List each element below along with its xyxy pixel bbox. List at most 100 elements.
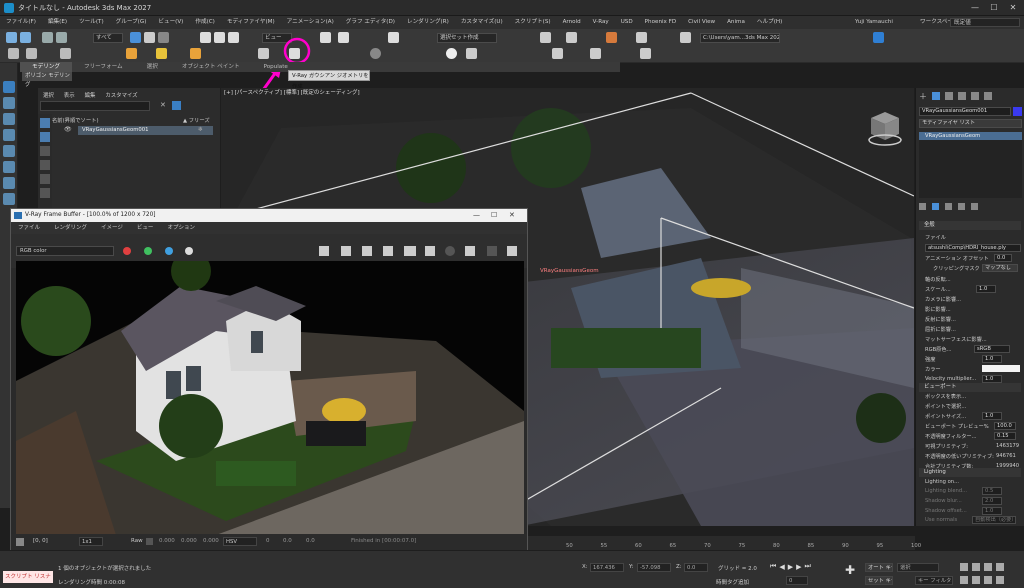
stop-render-icon[interactable]: [487, 246, 497, 256]
ribbon-tab[interactable]: モデリング: [20, 62, 72, 72]
pin-stack-icon[interactable]: [919, 202, 926, 210]
clear-image-icon[interactable]: [362, 246, 372, 256]
alpha-channel-icon[interactable]: [185, 247, 193, 255]
fov-icon[interactable]: [960, 576, 968, 584]
ribbon-tab[interactable]: 選択: [135, 62, 170, 72]
explorer-menu-item[interactable]: 編集: [80, 91, 101, 99]
clipping-mask-map-button[interactable]: マップなし: [982, 264, 1018, 272]
point-select-checkbox[interactable]: ポイントで選択...: [925, 403, 966, 410]
timeline[interactable]: 50 55 60 65 70 75 80 85 90 95 100: [528, 536, 921, 550]
vfb-menu-item[interactable]: レンダリング: [47, 222, 94, 234]
maxscript-listener[interactable]: スクリプト リスナ: [3, 571, 53, 583]
blue-channel-icon[interactable]: [165, 247, 173, 255]
color-mode-dropdown[interactable]: HSV: [223, 537, 257, 546]
flip-axis-checkbox[interactable]: 軸の反転...: [925, 276, 951, 283]
point-size-field[interactable]: 1.0: [982, 412, 1002, 420]
eye-icon[interactable]: 👁: [64, 126, 72, 133]
name-column-header[interactable]: 名前(昇順でソート): [52, 116, 99, 124]
freeze-icon[interactable]: ❄: [198, 126, 203, 133]
create-shape-icon[interactable]: [3, 81, 15, 93]
save-image-icon[interactable]: [341, 246, 351, 256]
reflect-effect-checkbox[interactable]: 反射に影響...: [925, 316, 956, 323]
add-time-tag[interactable]: 時間タグ追加: [716, 578, 749, 586]
red-channel-icon[interactable]: [123, 247, 131, 255]
vfb-settings-icon[interactable]: [16, 538, 24, 546]
show-box-checkbox[interactable]: ボックスを表示...: [925, 393, 966, 400]
track-mouse-icon[interactable]: [425, 246, 435, 256]
sphere-icon[interactable]: [3, 129, 15, 141]
key-filters-button[interactable]: キー フィルタ...: [915, 576, 953, 585]
display-none-icon[interactable]: [40, 118, 50, 128]
vfb-maximize-button[interactable]: ☐: [491, 209, 497, 222]
lens-effects-icon[interactable]: [319, 246, 329, 256]
zoom-icon[interactable]: [960, 563, 968, 571]
scale-field[interactable]: 1.0: [976, 285, 996, 293]
zoom-all-icon[interactable]: [972, 563, 980, 571]
orbit-icon[interactable]: [984, 576, 992, 584]
x-coordinate-field[interactable]: 167.436: [590, 563, 624, 572]
render-again-icon[interactable]: [465, 246, 475, 256]
object-color-swatch[interactable]: [1013, 107, 1022, 116]
filter-icon[interactable]: [172, 101, 181, 110]
use-normals-dropdown[interactable]: 自動検出（必要）: [972, 516, 1016, 524]
interactive-render-icon[interactable]: [445, 246, 455, 256]
general-section-header[interactable]: 全般: [919, 221, 1021, 230]
zoom-extents-icon[interactable]: [984, 563, 992, 571]
create-tab-icon[interactable]: ＋: [919, 91, 927, 102]
clipping-mask-checkbox[interactable]: クリッピングマスク: [933, 265, 980, 272]
display-all-icon[interactable]: [40, 132, 50, 142]
lighting-section-header[interactable]: Lighting: [919, 468, 1021, 477]
vfb-render-image[interactable]: [16, 261, 524, 535]
pan-icon[interactable]: [972, 576, 980, 584]
history-icon[interactable]: [404, 246, 416, 256]
vfb-menu-item[interactable]: オプション: [160, 222, 202, 234]
vfb-menu-item[interactable]: ファイル: [11, 222, 47, 234]
vfb-menu-item[interactable]: イメージ: [94, 222, 130, 234]
lighting-on-checkbox[interactable]: Lighting on...: [925, 479, 959, 485]
atom-icon[interactable]: [3, 177, 15, 189]
motion-tab-icon[interactable]: [958, 92, 966, 100]
display-tab-icon[interactable]: [971, 92, 979, 100]
go-to-end-icon[interactable]: ⏭: [804, 562, 810, 571]
current-frame-field[interactable]: 0: [786, 576, 808, 585]
remove-modifier-icon[interactable]: [958, 202, 965, 210]
key-selection-dropdown[interactable]: 選択: [897, 563, 939, 572]
plane-icon[interactable]: [3, 145, 15, 157]
green-channel-icon[interactable]: [144, 247, 152, 255]
explorer-item[interactable]: VRayGaussiansGeom001: [78, 126, 213, 135]
auto-key-button[interactable]: オート キー: [865, 563, 893, 572]
shadow-effect-checkbox[interactable]: 影に影響...: [925, 306, 951, 313]
next-frame-icon[interactable]: ▶: [796, 563, 801, 571]
explorer-menu-item[interactable]: 選択: [38, 91, 59, 99]
camera-effect-checkbox[interactable]: カメラに影響...: [925, 296, 961, 303]
explorer-menu-item[interactable]: 表示: [59, 91, 80, 99]
go-to-start-icon[interactable]: ⏮: [770, 562, 776, 571]
y-coordinate-field[interactable]: -57.098: [637, 563, 671, 572]
add-key-icon[interactable]: ✚: [845, 563, 855, 577]
intensity-field[interactable]: 1.0: [982, 355, 1002, 363]
freeze-column-header[interactable]: ▲ フリーズ: [183, 116, 210, 124]
hierarchy-tab-icon[interactable]: [945, 92, 953, 100]
channel-dropdown[interactable]: RGB color: [16, 246, 114, 256]
ribbon-tab[interactable]: オブジェクト ペイント: [170, 62, 252, 72]
modifier-list-dropdown[interactable]: モディファイヤ リスト: [919, 119, 1022, 128]
clear-search-icon[interactable]: ✕: [160, 101, 168, 110]
configure-sets-icon[interactable]: [971, 202, 978, 210]
color-swatch[interactable]: [982, 365, 1020, 372]
zoom-dropdown[interactable]: 1x1: [79, 537, 103, 546]
velocity-field[interactable]: 1.0: [982, 375, 1002, 383]
modifier-stack-item[interactable]: VRayGaussiansGeom: [919, 132, 1022, 140]
teapot-icon[interactable]: [3, 97, 15, 109]
display-helpers-icon[interactable]: [40, 174, 50, 184]
display-cameras-icon[interactable]: [40, 160, 50, 170]
explorer-menu-item[interactable]: カスタマイズ: [100, 91, 142, 99]
box-icon[interactable]: [3, 113, 15, 125]
vfb-menu-item[interactable]: ビュー: [130, 222, 161, 234]
region-render-icon[interactable]: [383, 246, 393, 256]
display-lights-icon[interactable]: [40, 146, 50, 156]
shadow-offset-field[interactable]: 1.0: [982, 507, 1002, 515]
make-unique-icon[interactable]: [945, 202, 952, 210]
prev-frame-icon[interactable]: ◀: [779, 563, 784, 571]
lighting-blend-field[interactable]: 0.5: [982, 487, 1002, 495]
modify-tab-icon[interactable]: [932, 92, 940, 100]
